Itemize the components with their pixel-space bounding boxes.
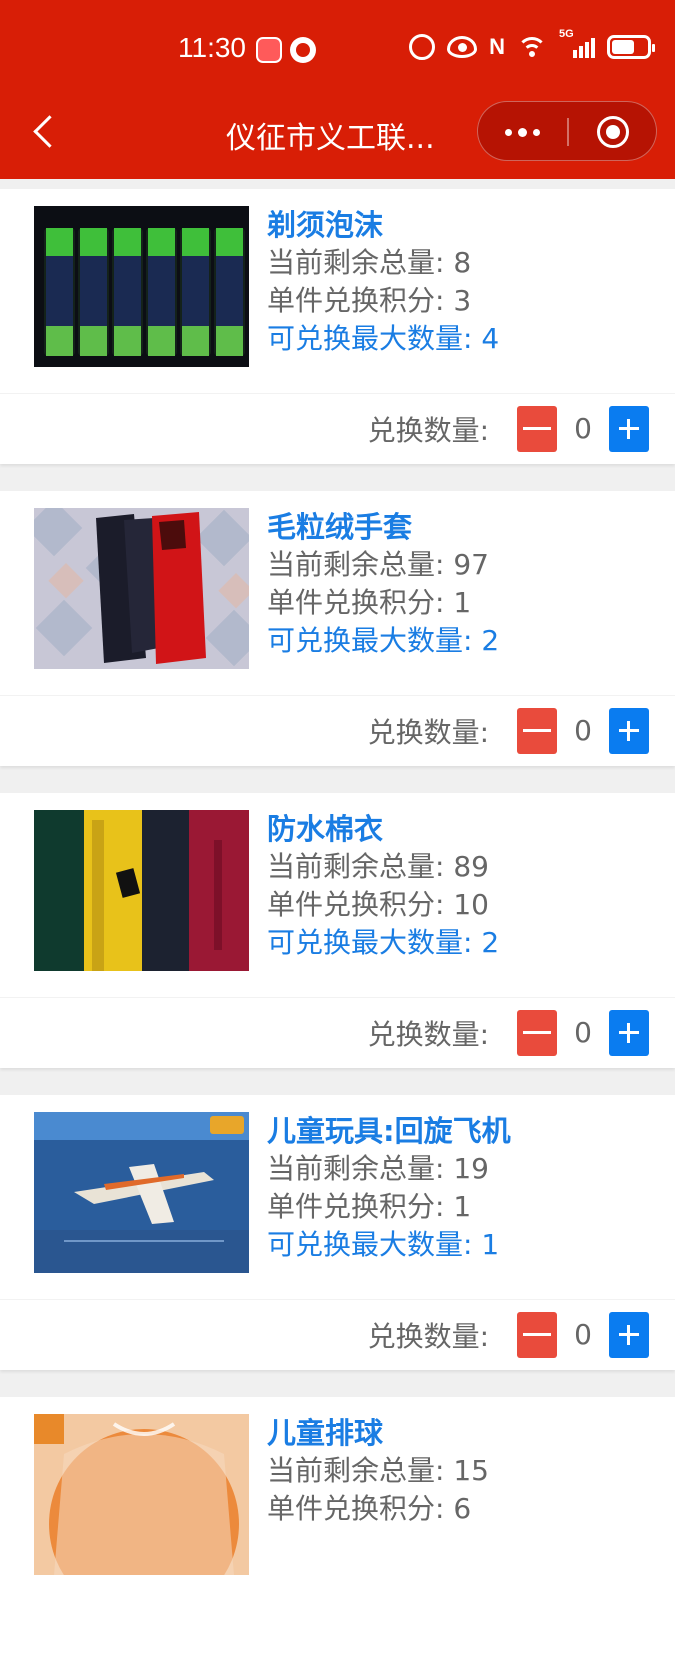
points-value: 6 [453,1492,472,1525]
back-button[interactable] [30,112,60,152]
product-name[interactable]: 儿童排球 [267,1414,489,1452]
max-row: 可兑换最大数量: 1 [267,1228,500,1261]
product-name[interactable]: 儿童玩具:回旋飞机 [267,1112,511,1150]
product-card: 毛粒绒手套 当前剩余总量: 97 单件兑换积分: 1 可兑换最大数量: 2 兑换… [0,491,675,766]
more-menu-button[interactable] [478,102,567,162]
max-row: 可兑换最大数量: 4 [267,322,500,355]
eye-icon [447,36,478,58]
points-row: 单件兑换积分: 1 [267,1190,472,1223]
decrease-button[interactable] [517,1311,557,1358]
points-row: 单件兑换积分: 1 [267,586,472,619]
stock-value: 89 [453,850,489,883]
max-value: 2 [481,624,500,657]
decrease-button[interactable] [517,707,557,754]
stock-value: 15 [453,1454,489,1487]
stock-value: 19 [453,1152,489,1185]
points-value: 1 [453,586,472,619]
points-row: 单件兑换积分: 3 [267,284,472,317]
wifi-icon [517,35,547,59]
product-info: 剃须泡沫 当前剩余总量: 8 单件兑换积分: 3 可兑换最大数量: 4 [267,206,499,358]
product-card: 儿童玩具:回旋飞机 当前剩余总量: 19 单件兑换积分: 1 可兑换最大数量: … [0,1095,675,1370]
status-icons: N 5G [409,28,655,60]
battery-icon [607,35,655,59]
quantity-value: 0 [574,1016,592,1049]
quantity-value: 0 [574,714,592,747]
points-value: 10 [453,888,489,921]
increase-button[interactable] [609,1311,649,1358]
decrease-button[interactable] [517,1009,557,1056]
max-value: 2 [481,926,500,959]
product-list: 剃须泡沫 当前剩余总量: 8 单件兑换积分: 3 可兑换最大数量: 4 兑换数量… [0,179,675,1672]
stock-row: 当前剩余总量: 97 [267,548,489,581]
quantity-stepper: 兑换数量: 0 [368,393,649,464]
capsule-divider [567,118,569,146]
max-value: 1 [481,1228,500,1261]
quantity-label: 兑换数量: [367,715,489,749]
points-value: 3 [453,284,472,317]
product-info: 儿童排球 当前剩余总量: 15 单件兑换积分: 6 [267,1414,489,1528]
decrease-button[interactable] [517,405,557,452]
product-image-waterproof-jacket [34,810,249,971]
points-value: 1 [453,1190,472,1223]
quantity-label: 兑换数量: [367,1319,489,1353]
quantity-label: 兑换数量: [367,1017,489,1051]
quantity-value: 0 [574,1318,592,1351]
quantity-stepper: 兑换数量: 0 [368,1299,649,1370]
page-title: 仪征市义工联... [226,121,435,156]
increase-button[interactable] [609,1009,649,1056]
product-info: 毛粒绒手套 当前剩余总量: 97 单件兑换积分: 1 可兑换最大数量: 2 [267,508,499,660]
product-card: 儿童排球 当前剩余总量: 15 单件兑换积分: 6 [0,1397,675,1672]
product-image-gloves [34,508,249,669]
points-row: 单件兑换积分: 6 [267,1492,472,1525]
points-row: 单件兑换积分: 10 [267,888,489,921]
close-miniprogram-button[interactable] [597,116,629,148]
status-bar: 11:30 N 5G [0,0,675,100]
stock-row: 当前剩余总量: 8 [267,246,472,279]
stock-row: 当前剩余总量: 89 [267,850,489,883]
max-row: 可兑换最大数量: 2 [267,624,500,657]
nfc-icon: N [489,34,505,59]
quantity-stepper: 兑换数量: 0 [368,695,649,766]
product-name[interactable]: 防水棉衣 [267,810,499,848]
stock-row: 当前剩余总量: 19 [267,1152,489,1185]
miniprogram-capsule [477,101,657,161]
product-image-shaving-foam [34,206,249,367]
increase-button[interactable] [609,707,649,754]
product-card: 剃须泡沫 当前剩余总量: 8 单件兑换积分: 3 可兑换最大数量: 4 兑换数量… [0,189,675,464]
quantity-value: 0 [574,412,592,445]
product-info: 儿童玩具:回旋飞机 当前剩余总量: 19 单件兑换积分: 1 可兑换最大数量: … [267,1112,511,1264]
heart-app-icon [290,37,316,63]
product-image-toy-plane [34,1112,249,1273]
app-notification-icon [256,37,282,63]
product-name[interactable]: 毛粒绒手套 [267,508,499,546]
product-name[interactable]: 剃须泡沫 [267,206,499,244]
increase-button[interactable] [609,405,649,452]
product-info: 防水棉衣 当前剩余总量: 89 单件兑换积分: 10 可兑换最大数量: 2 [267,810,499,962]
status-time: 11:30 [178,32,246,63]
stock-value: 97 [453,548,489,581]
top-bar: 11:30 N 5G 仪征市义工联... [0,0,675,179]
product-card: 防水棉衣 当前剩余总量: 89 单件兑换积分: 10 可兑换最大数量: 2 兑换… [0,793,675,1068]
stock-row: 当前剩余总量: 15 [267,1454,489,1487]
max-row: 可兑换最大数量: 2 [267,926,500,959]
do-not-disturb-icon [409,34,436,60]
quantity-stepper: 兑换数量: 0 [368,997,649,1068]
product-image-volleyball [34,1414,249,1575]
cellular-signal-icon: 5G [559,28,595,58]
stock-value: 8 [453,246,472,279]
max-value: 4 [481,322,500,355]
quantity-label: 兑换数量: [367,413,489,447]
